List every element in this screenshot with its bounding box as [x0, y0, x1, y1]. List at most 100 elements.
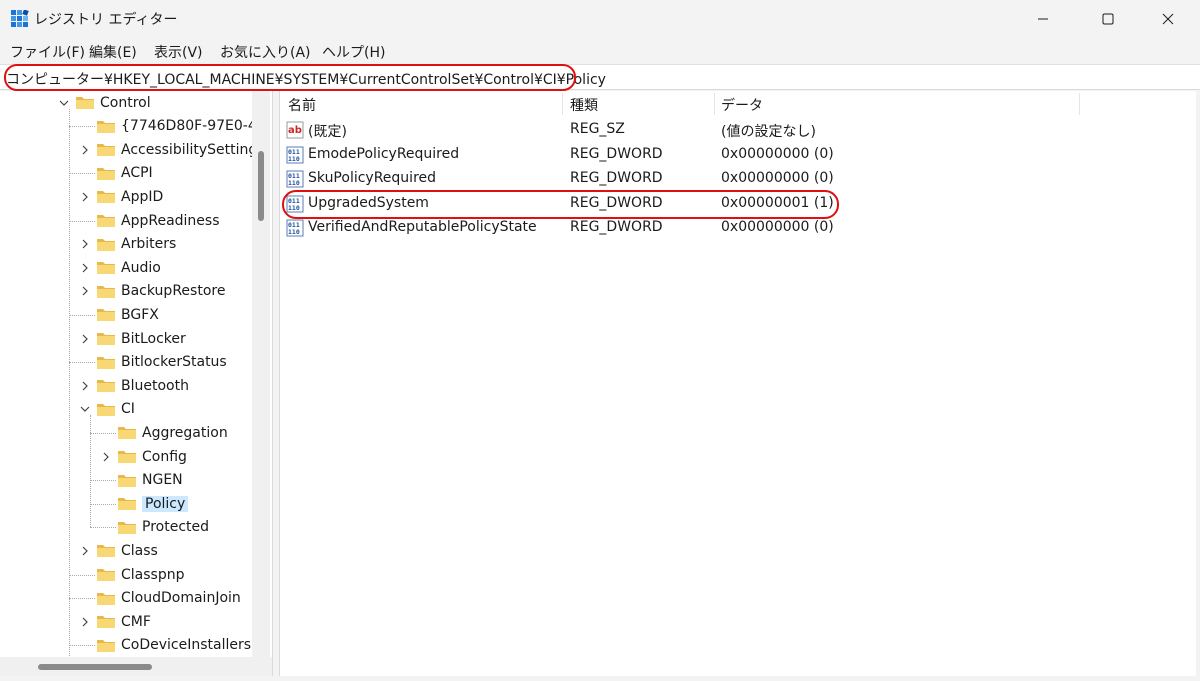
tree-item-label: AppID	[121, 188, 164, 205]
tree-item-protected[interactable]: Protected	[101, 516, 209, 539]
binary-value-icon: 011110	[286, 170, 304, 188]
tree-item-label: Config	[142, 448, 187, 465]
close-button[interactable]	[1145, 0, 1191, 38]
folder-icon	[97, 333, 115, 345]
tree-item-ngen[interactable]: NGEN	[101, 469, 183, 492]
chevron-right-icon[interactable]	[80, 617, 90, 627]
tree-item-bitlocker[interactable]: BitLocker	[80, 327, 186, 350]
tree-item-arbiters[interactable]: Arbiters	[80, 233, 176, 256]
tree-item-label: Audio	[121, 259, 161, 276]
column-separator[interactable]	[1079, 93, 1080, 115]
folder-icon	[118, 521, 136, 534]
column-header-data[interactable]: データ	[721, 91, 763, 116]
value-row-skupolicyrequired[interactable]: 011 110 SkuPolicyRequired REG_DWORD 0x000000…	[280, 167, 1196, 191]
chevron-right-icon[interactable]	[80, 546, 90, 556]
tree-item-label: CMF	[121, 613, 151, 630]
menu-favorites[interactable]: お気に入り(A)	[220, 42, 311, 62]
maximize-button[interactable]	[1085, 0, 1131, 38]
tree-item-label: Aggregation	[142, 424, 228, 441]
column-separator[interactable]	[714, 93, 715, 115]
tree-item-codeviceinstallers[interactable]: CoDeviceInstallers	[80, 634, 251, 657]
chevron-right-icon[interactable]	[80, 239, 90, 249]
tree-horizontal-scrollbar[interactable]	[0, 657, 272, 676]
value-row-default[interactable]: ab (既定) REG_SZ (値の設定なし)	[280, 118, 1196, 142]
value-data: 0x00000001 (1)	[721, 194, 834, 211]
tree-item-control[interactable]: Control	[59, 91, 151, 114]
column-separator[interactable]	[562, 93, 563, 115]
tree-item-policy[interactable]: Policy	[101, 492, 189, 515]
chevron-right-icon[interactable]	[101, 452, 111, 462]
chevron-right-icon[interactable]	[80, 381, 90, 391]
tree-item-acpi[interactable]: ACPI	[80, 162, 153, 185]
chevron-right-icon[interactable]	[80, 286, 90, 296]
svg-text:110: 110	[288, 228, 300, 236]
chevron-right-icon[interactable]	[80, 145, 90, 155]
value-data: (値の設定なし)	[721, 124, 816, 140]
folder-icon	[97, 238, 115, 251]
tree-item-appid[interactable]: AppID	[80, 185, 163, 208]
tree-item-appreadiness[interactable]: AppReadiness	[80, 209, 220, 232]
tree-item-label: Class	[121, 542, 158, 559]
folder-icon	[97, 144, 115, 157]
chevron-down-icon[interactable]	[59, 98, 69, 108]
tree-item-label: CoDeviceInstallers	[121, 637, 252, 654]
value-row-emodepolicyrequired[interactable]: 011 110 EmodePolicyRequired REG_DWORD 0x0000…	[280, 143, 1196, 167]
tree-item-clouddomainjoin[interactable]: CloudDomainJoin	[80, 587, 241, 610]
tree-item-ci[interactable]: CI	[80, 398, 135, 421]
tree-item-config[interactable]: Config	[101, 445, 187, 468]
tree-item-bitlockerstatus[interactable]: BitlockerStatus	[80, 351, 227, 374]
folder-icon	[97, 616, 115, 629]
menu-edit[interactable]: 編集(E)	[89, 42, 137, 62]
tree-vertical-scroll-thumb[interactable]	[258, 151, 264, 221]
chevron-right-icon[interactable]	[80, 334, 90, 344]
chevron-right-icon[interactable]	[80, 192, 90, 202]
tree-item-label: CI	[121, 401, 135, 418]
svg-text:ab: ab	[288, 125, 302, 136]
folder-icon	[97, 545, 115, 558]
title-bar: レジストリ エディター	[0, 0, 1200, 38]
address-path[interactable]: コンピューター¥HKEY_LOCAL_MACHINE¥SYSTEM¥Curren…	[6, 69, 606, 89]
tree-item-accessibilitysettings[interactable]: AccessibilitySettings	[80, 138, 265, 161]
tree-item-classpnp[interactable]: Classpnp	[80, 563, 184, 586]
tree-item-audio[interactable]: Audio	[80, 256, 161, 279]
tree-item-bluetooth[interactable]: Bluetooth	[80, 374, 189, 397]
maximize-icon	[1102, 13, 1114, 25]
tree-item-label: BGFX	[121, 306, 159, 323]
value-row-upgradedsystem[interactable]: 011 110 UpgradedSystem REG_DWORD 0x00000001 …	[280, 192, 1196, 216]
folder-icon	[97, 191, 115, 204]
window-bottom-edge	[0, 676, 1200, 681]
minimize-icon	[1038, 18, 1048, 20]
tree-item-class[interactable]: Class	[80, 539, 158, 562]
folder-icon	[97, 262, 115, 275]
svg-text:110: 110	[288, 204, 300, 212]
tree-item-cmf[interactable]: CMF	[80, 610, 151, 633]
menu-file[interactable]: ファイル(F)	[10, 42, 85, 62]
address-bar[interactable]: コンピューター¥HKEY_LOCAL_MACHINE¥SYSTEM¥Curren…	[0, 64, 1200, 90]
folder-icon	[97, 592, 115, 605]
minimize-button[interactable]	[1020, 0, 1066, 38]
tree-item-aggregation[interactable]: Aggregation	[101, 421, 228, 444]
tree-item-backuprestore[interactable]: BackupRestore	[80, 280, 225, 303]
folder-icon	[97, 285, 115, 298]
registry-editor-icon	[11, 10, 29, 27]
menu-help[interactable]: ヘルプ(H)	[322, 42, 385, 62]
tree-item-7746d80f-97e0-4e[interactable]: {7746D80F-97E0-4E	[80, 115, 266, 138]
key-tree[interactable]: Control {7746D80F-97E0-4E AccessibilitySet…	[0, 91, 272, 676]
value-list[interactable]: 名前 種類 データ ab (既定) REG_SZ (値の設定なし) 011 110 Emod…	[280, 91, 1196, 676]
folder-icon	[97, 403, 115, 416]
folder-icon	[118, 474, 136, 487]
value-row-verifiedandreputablepolicystate[interactable]: 011 110 VerifiedAndReputablePolicyState REG…	[280, 216, 1196, 240]
tree-vertical-scrollbar[interactable]	[252, 91, 270, 657]
tree-item-label: Protected	[142, 519, 209, 536]
column-header-type[interactable]: 種類	[570, 91, 598, 116]
folder-icon	[76, 97, 94, 109]
value-type: REG_DWORD	[570, 145, 663, 162]
chevron-down-icon[interactable]	[80, 404, 90, 414]
chevron-right-icon[interactable]	[80, 263, 90, 273]
value-data: 0x00000000 (0)	[721, 170, 834, 186]
menu-view[interactable]: 表示(V)	[154, 42, 203, 62]
tree-horizontal-scroll-thumb[interactable]	[38, 664, 152, 670]
tree-item-bgfx[interactable]: BGFX	[80, 303, 159, 326]
pane-splitter[interactable]	[272, 91, 280, 676]
column-header-name[interactable]: 名前	[288, 91, 316, 116]
